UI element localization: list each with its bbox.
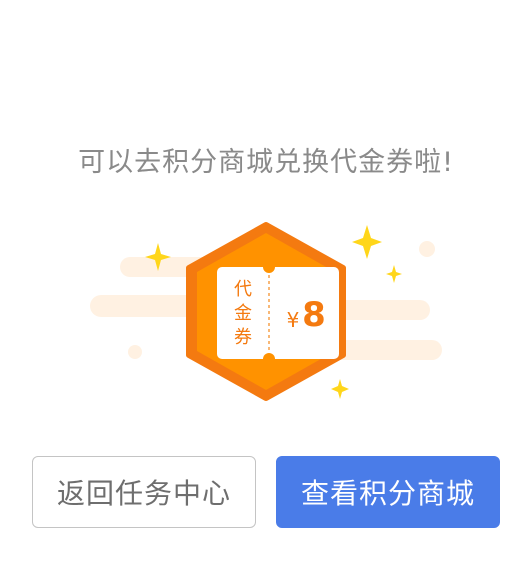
coupon-amount: 8 (302, 295, 326, 335)
coupon-currency: ¥ (287, 308, 300, 332)
coupon-char-3: 券 (234, 327, 252, 348)
coupon-char-2: 金 (234, 303, 252, 324)
coupon-ticket: 代 金 券 ¥ 8 (217, 261, 339, 365)
back-to-task-center-button[interactable]: 返回任务中心 (32, 456, 256, 528)
view-points-mall-button[interactable]: 查看积分商城 (276, 456, 500, 528)
coupon-char-1: 代 (234, 279, 252, 300)
coupon-illustration: 代 金 券 ¥ 8 (90, 222, 442, 401)
success-message: 可以去积分商城兑换代金券啦! (78, 147, 454, 178)
